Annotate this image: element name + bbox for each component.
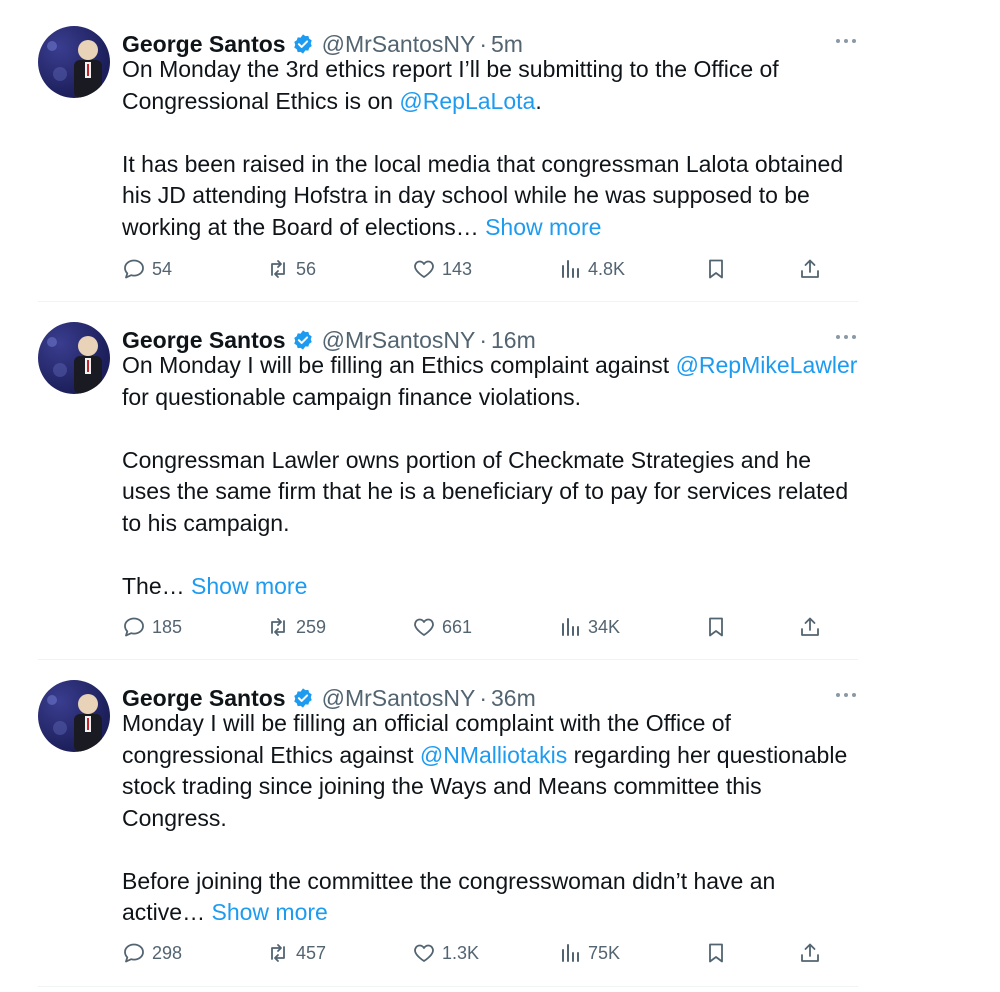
views-button[interactable]: 75K	[558, 938, 620, 968]
mention-link[interactable]: @RepLaLota	[399, 88, 535, 114]
views-count: 4.8K	[588, 258, 626, 279]
show-more-link[interactable]: Show more	[191, 573, 307, 599]
repost-icon	[271, 260, 285, 278]
repost-count: 56	[296, 258, 317, 279]
tweet-actions: 298 457 1.3K 75K	[122, 938, 842, 968]
mention-link[interactable]: @RepMikeLawler	[676, 352, 858, 378]
verified-badge-icon	[292, 329, 314, 351]
bookmark-icon	[709, 943, 723, 963]
tweet-text: On Monday I will be filling an Ethics co…	[122, 350, 862, 602]
like-count: 143	[442, 258, 473, 279]
share-button[interactable]	[798, 938, 822, 968]
repost-button[interactable]: 259	[266, 612, 326, 642]
repost-icon	[271, 944, 285, 962]
tweet-text-line: for questionable campaign finance violat…	[122, 383, 582, 410]
verified-badge-icon	[292, 687, 314, 709]
like-button[interactable]: 143	[412, 254, 472, 284]
reply-count: 298	[152, 942, 183, 963]
tweet-divider	[38, 301, 858, 302]
share-icon	[801, 259, 819, 278]
like-icon	[414, 260, 434, 278]
repost-icon	[271, 618, 285, 636]
tweet-text-line: The…	[122, 572, 185, 599]
reply-count: 54	[152, 258, 173, 279]
reply-count: 185	[152, 616, 183, 637]
tweet-text-line: Congressman Lawler owns portion of Check…	[122, 446, 849, 536]
views-button[interactable]: 34K	[558, 612, 620, 642]
tweet-actions: 185 259 661 34K	[122, 612, 842, 642]
like-count: 661	[442, 616, 473, 637]
views-button[interactable]: 4.8K	[558, 254, 625, 284]
mention-link[interactable]: @NMalliotakis	[420, 742, 567, 768]
verified-badge-icon	[292, 33, 314, 55]
more-dots-icon[interactable]	[832, 680, 860, 710]
reply-button[interactable]: 54	[122, 254, 172, 284]
share-icon	[801, 617, 819, 636]
repost-count: 457	[296, 942, 327, 963]
reply-icon	[124, 259, 144, 279]
tweet-text-line: .	[535, 87, 542, 114]
tweet-text-line: It has been raised in the local media th…	[122, 150, 844, 240]
like-button[interactable]: 1.3K	[412, 938, 479, 968]
avatar[interactable]	[38, 26, 110, 98]
more-dots-icon[interactable]	[832, 322, 860, 352]
repost-count: 259	[296, 616, 327, 637]
bookmark-button[interactable]	[704, 612, 728, 642]
tweet-text: Monday I will be filling an official com…	[122, 708, 862, 929]
share-button[interactable]	[798, 612, 822, 642]
repost-button[interactable]: 56	[266, 254, 316, 284]
bookmark-button[interactable]	[704, 254, 728, 284]
reply-icon	[124, 617, 144, 637]
reply-icon	[124, 943, 144, 963]
repost-button[interactable]: 457	[266, 938, 326, 968]
avatar[interactable]	[38, 680, 110, 752]
like-count: 1.3K	[442, 942, 480, 963]
reply-button[interactable]: 298	[122, 938, 182, 968]
like-icon	[414, 944, 434, 962]
share-icon	[801, 943, 819, 962]
tweet-divider	[38, 659, 858, 660]
like-button[interactable]: 661	[412, 612, 472, 642]
bookmark-icon	[709, 259, 723, 279]
tweet-actions: 54 56 143 4.8K	[122, 254, 842, 284]
views-icon	[562, 944, 579, 962]
tweet-text: On Monday the 3rd ethics report I’ll be …	[122, 54, 862, 243]
like-icon	[414, 618, 434, 636]
reply-button[interactable]: 185	[122, 612, 182, 642]
avatar[interactable]	[38, 322, 110, 394]
views-icon	[562, 260, 579, 278]
show-more-link[interactable]: Show more	[485, 214, 601, 240]
bookmark-button[interactable]	[704, 938, 728, 968]
more-dots-icon[interactable]	[832, 26, 860, 56]
show-more-link[interactable]: Show more	[211, 899, 327, 925]
views-count: 34K	[588, 616, 621, 637]
views-icon	[562, 618, 579, 636]
share-button[interactable]	[798, 254, 822, 284]
tweet-text-line: On Monday I will be filling an Ethics co…	[122, 352, 676, 378]
views-count: 75K	[588, 942, 621, 963]
tweet-divider	[38, 986, 858, 987]
bookmark-icon	[709, 617, 723, 637]
